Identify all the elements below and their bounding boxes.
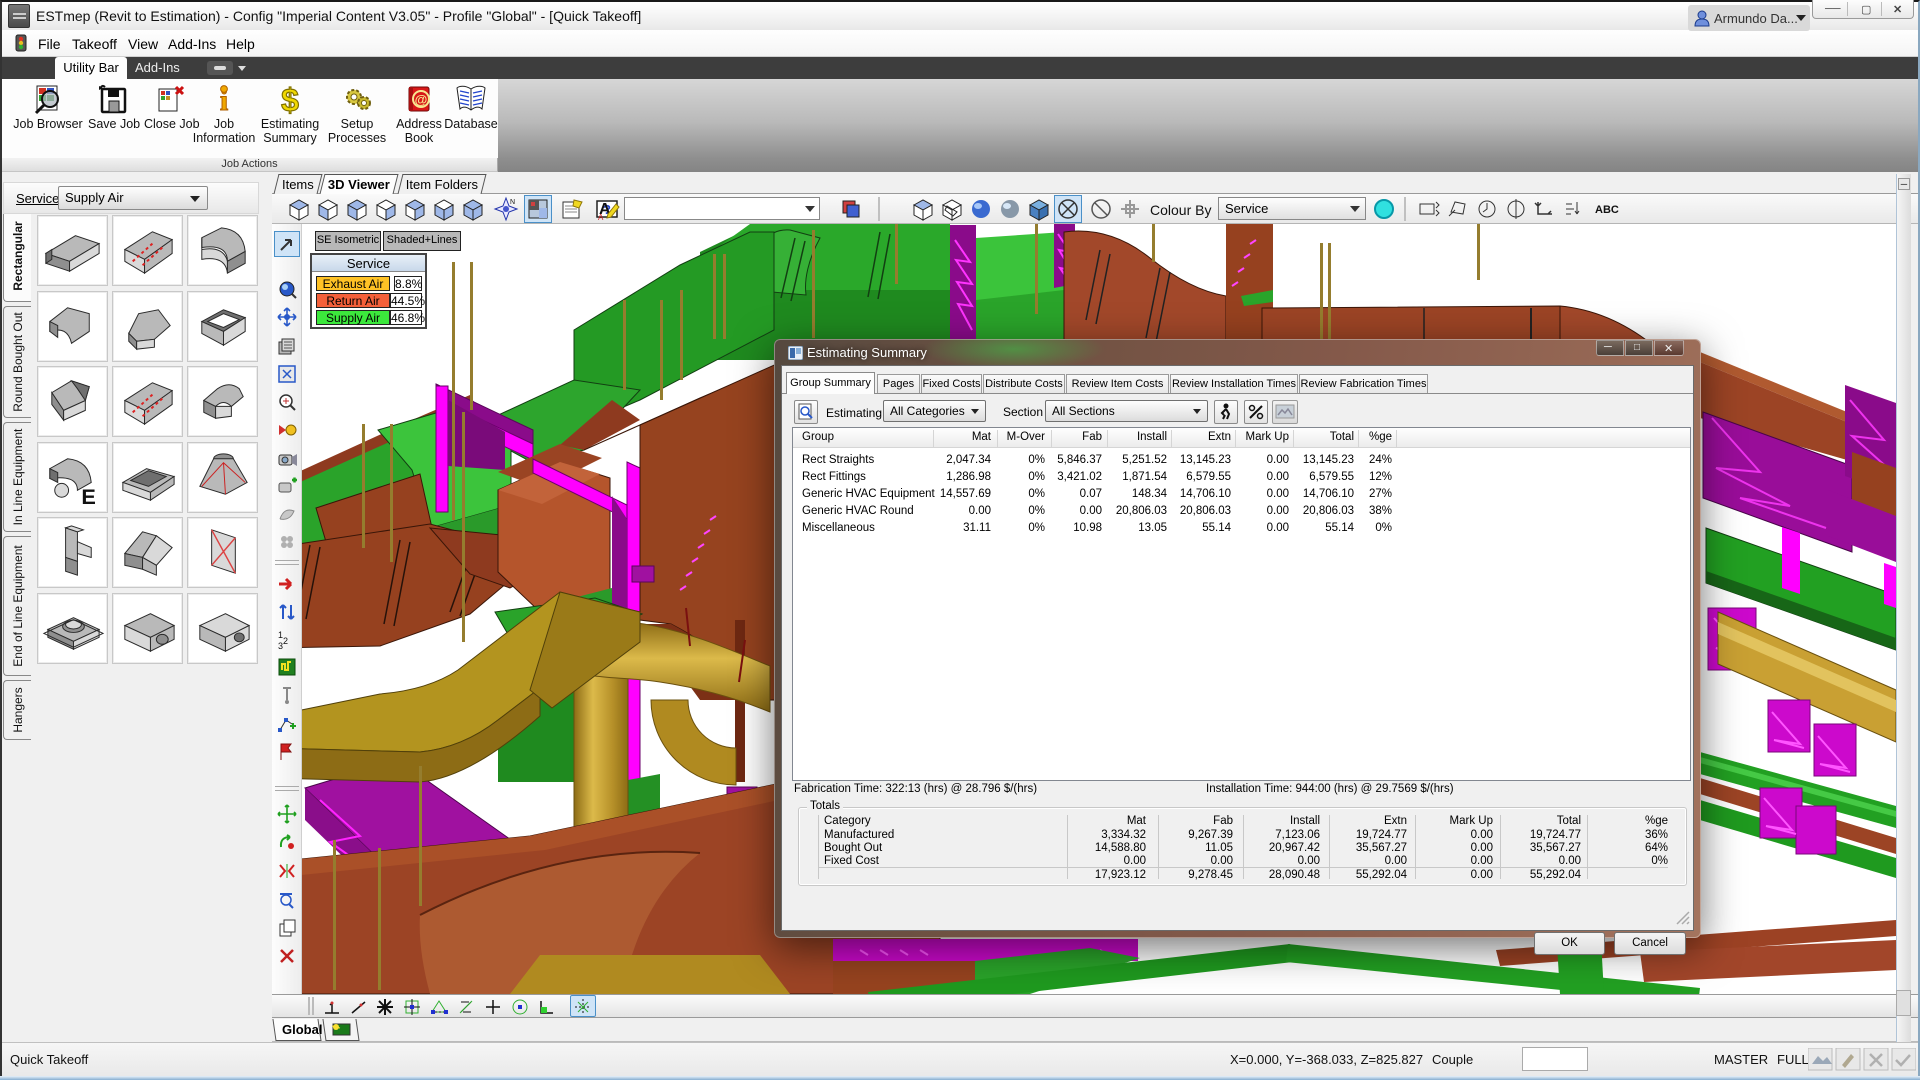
svg-text:E: E: [81, 484, 95, 509]
svg-text:$: $: [281, 83, 299, 115]
svg-text:N: N: [510, 199, 515, 206]
svg-text:A: A: [598, 213, 604, 222]
svg-text:2: 2: [283, 636, 288, 646]
svg-text:@: @: [415, 92, 428, 107]
svg-text:3: 3: [278, 641, 283, 650]
